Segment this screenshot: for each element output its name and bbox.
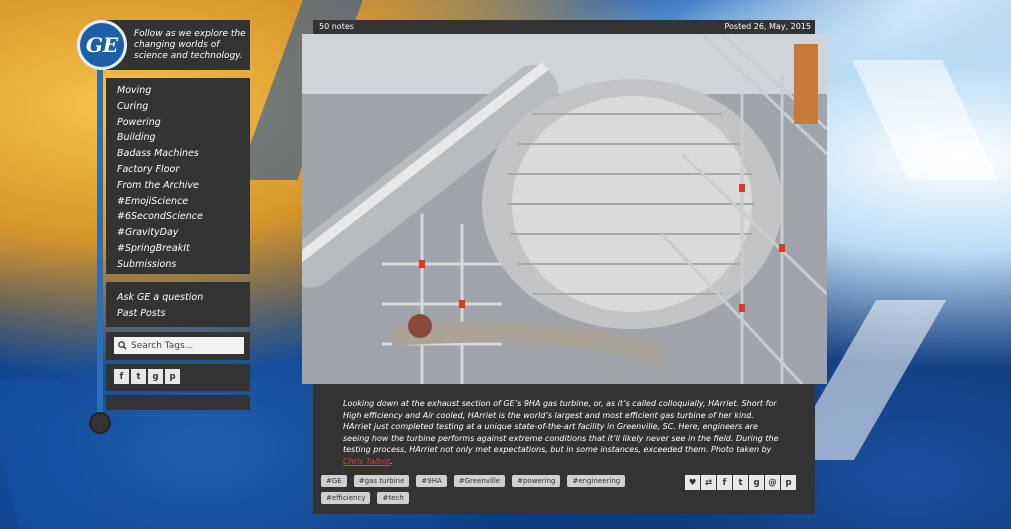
nav-item-building[interactable]: Building (117, 130, 250, 146)
past-posts-link[interactable]: Past Posts (117, 306, 250, 322)
nav-item-6secondscience[interactable]: #6SecondScience (117, 209, 250, 225)
tag[interactable]: #9HA (416, 475, 447, 487)
tag[interactable]: #efficiency (321, 492, 371, 504)
pinterest-icon[interactable]: p (165, 369, 180, 384)
nav-item-submissions[interactable]: Submissions (117, 257, 250, 273)
category-nav: Moving Curing Powering Building Badass M… (106, 78, 250, 274)
nav-item-factory-floor[interactable]: Factory Floor (117, 162, 250, 178)
nav-item-springbreakit[interactable]: #SpringBreakIt (117, 241, 250, 257)
secondary-nav: Ask GE a question Past Posts (106, 282, 250, 327)
tagline: Follow as we explore the changing worlds… (134, 29, 246, 61)
google-plus-icon[interactable]: g (749, 475, 764, 490)
tumblr-icon[interactable]: @ (765, 475, 780, 490)
nav-item-emojiscience[interactable]: #EmojiScience (117, 194, 250, 210)
search-input[interactable] (131, 340, 241, 351)
background-shard (852, 60, 998, 180)
tag[interactable]: #engineering (567, 475, 626, 487)
facebook-icon[interactable]: f (114, 369, 129, 384)
notes-count[interactable]: 50 notes (319, 22, 354, 31)
photographer-link[interactable]: Chris Talbot (343, 457, 390, 466)
sidebar-social: f t g p (106, 364, 250, 391)
twitter-icon[interactable]: t (733, 475, 748, 490)
facebook-icon[interactable]: f (717, 475, 732, 490)
tag[interactable]: #gas turbine (353, 475, 410, 487)
nav-item-gravityday[interactable]: #GravityDay (117, 225, 250, 241)
tag[interactable]: #Greenville (453, 475, 506, 487)
caption-end: . (390, 456, 393, 466)
background-shard (0, 380, 101, 529)
tag[interactable]: #tech (377, 492, 409, 504)
ge-logo[interactable]: GE (77, 20, 127, 70)
timeline-rail (97, 44, 103, 416)
search-box[interactable] (114, 337, 244, 354)
logo-text: GE (85, 33, 119, 57)
heart-icon[interactable]: ♥ (685, 475, 700, 490)
nav-item-from-the-archive[interactable]: From the Archive (117, 178, 250, 194)
tag-list: #GE #gas turbine #9HA #Greenville #power… (321, 475, 641, 504)
search-panel (106, 332, 250, 360)
post-caption: Looking down at the exhaust section of G… (343, 398, 783, 468)
search-icon (118, 341, 127, 350)
timeline-dot (89, 412, 111, 434)
reblog-icon[interactable]: ⇄ (701, 475, 716, 490)
nav-item-powering[interactable]: Powering (117, 115, 250, 131)
nav-item-curing[interactable]: Curing (117, 99, 250, 115)
tag[interactable]: #GE (321, 475, 347, 487)
tag[interactable]: #powering (512, 475, 561, 487)
nav-item-badass-machines[interactable]: Badass Machines (117, 146, 250, 162)
turbine-photo-illustration (302, 34, 827, 384)
post-date: Posted 26, May, 2015 (724, 22, 811, 31)
caption-text: Looking down at the exhaust section of G… (343, 399, 779, 455)
sidebar-footer (106, 395, 250, 410)
ask-question-link[interactable]: Ask GE a question (117, 290, 250, 306)
google-plus-icon[interactable]: g (148, 369, 163, 384)
nav-item-moving[interactable]: Moving (117, 83, 250, 99)
post-photo[interactable] (302, 34, 827, 384)
twitter-icon[interactable]: t (131, 369, 146, 384)
share-bar: ♥ ⇄ f t g @ p (685, 475, 796, 490)
pinterest-icon[interactable]: p (781, 475, 796, 490)
post-header: 50 notes Posted 26, May, 2015 (313, 20, 815, 34)
